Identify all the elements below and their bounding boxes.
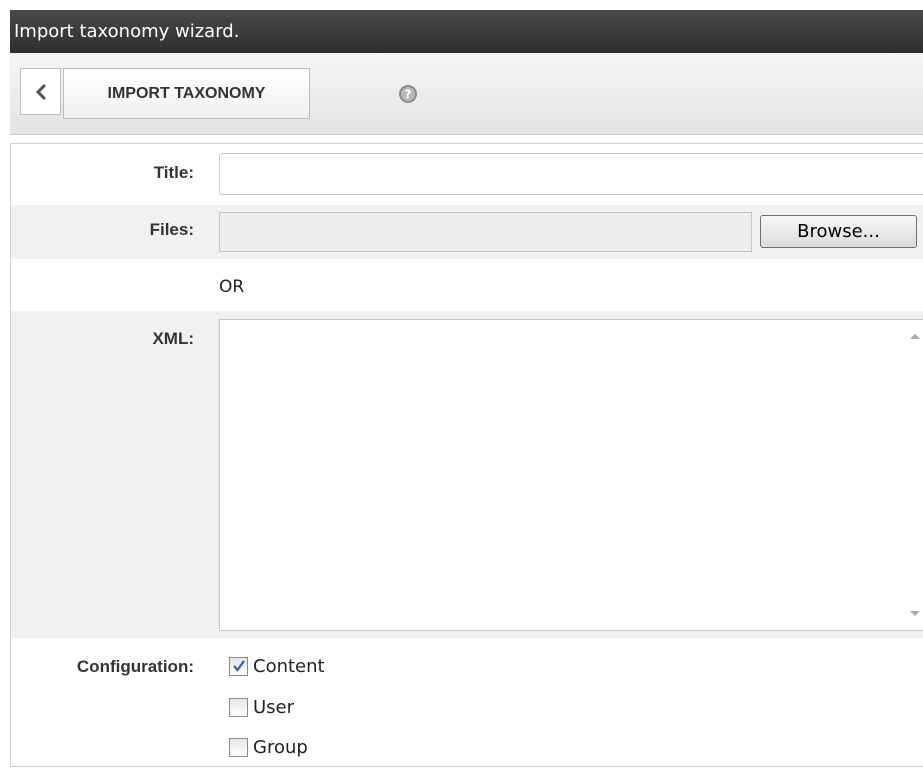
checkbox-content-label: Content: [253, 655, 325, 677]
checkbox-group[interactable]: Group: [229, 735, 308, 759]
checkbox-user[interactable]: User: [229, 695, 294, 719]
window-title: Import taxonomy wizard.: [14, 21, 240, 42]
checkbox-user-box[interactable]: [229, 697, 248, 717]
checkbox-group-box[interactable]: [229, 737, 248, 757]
configuration-label: Configuration:: [76, 657, 194, 676]
back-button[interactable]: [20, 68, 61, 115]
svg-text:?: ?: [405, 88, 412, 102]
files-label: Files:: [149, 220, 194, 239]
files-field[interactable]: [219, 212, 752, 252]
title-input[interactable]: [219, 153, 923, 195]
checkbox-content[interactable]: Content: [229, 654, 325, 678]
title-label: Title:: [153, 163, 194, 182]
xml-textarea[interactable]: [219, 319, 923, 631]
help-icon[interactable]: ?: [398, 84, 418, 104]
or-separator: OR: [219, 277, 245, 297]
checkmark-icon: [232, 660, 245, 672]
toolbar: IMPORT TAXONOMY ?: [10, 53, 923, 135]
checkbox-group-label: Group: [253, 736, 308, 758]
browse-button[interactable]: Browse...: [760, 215, 917, 248]
import-form: Title: Files: Browse... OR XML: Configur…: [10, 143, 923, 767]
checkbox-user-label: User: [253, 696, 295, 718]
xml-scrollbar[interactable]: [905, 320, 923, 630]
chevron-left-icon: [35, 83, 46, 100]
scroll-down-icon[interactable]: [910, 611, 920, 616]
checkbox-content-box[interactable]: [229, 656, 248, 676]
window-title-bar: Import taxonomy wizard.: [10, 10, 923, 53]
import-taxonomy-button[interactable]: IMPORT TAXONOMY: [63, 68, 310, 119]
xml-label: XML:: [152, 329, 194, 348]
scroll-up-icon[interactable]: [910, 334, 920, 339]
